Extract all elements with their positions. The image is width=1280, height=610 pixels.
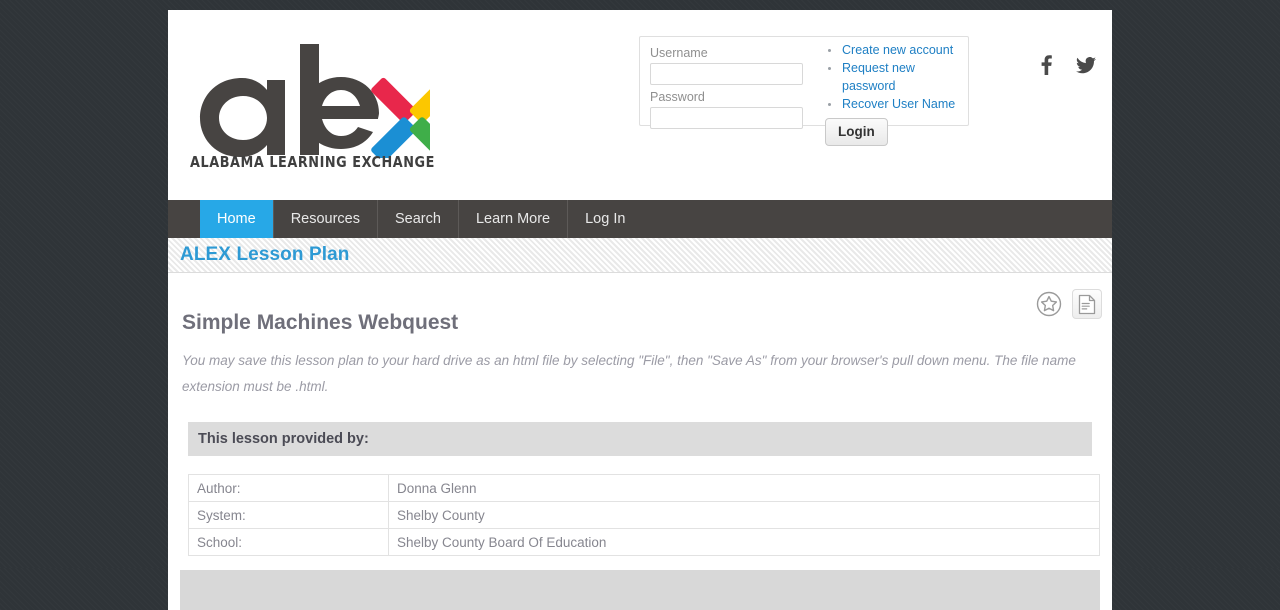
facebook-glyph xyxy=(1041,55,1052,75)
login-button[interactable]: Login xyxy=(825,118,888,146)
save-instructions-note: You may save this lesson plan to your ha… xyxy=(182,353,1076,394)
nav-item-resources[interactable]: Resources xyxy=(272,200,377,238)
twitter-bird-glyph xyxy=(1076,56,1096,73)
page-container: ALABAMA LEARNING EXCHANGE Username Passw… xyxy=(168,10,1112,610)
social-links xyxy=(1023,50,1103,86)
table-row: School: Shelby County Board Of Education xyxy=(188,528,1100,556)
request-new-password-link[interactable]: Request new password xyxy=(842,61,915,93)
document-icon[interactable] xyxy=(1072,289,1102,319)
system-value: Shelby County xyxy=(388,501,1100,529)
nav-item-home[interactable]: Home xyxy=(200,200,273,238)
lesson-tools xyxy=(1034,289,1102,319)
account-links-list: Create new account Request new password … xyxy=(825,41,965,113)
provider-section-heading: This lesson provided by: xyxy=(188,422,1092,456)
favorite-star-icon[interactable] xyxy=(1034,289,1064,319)
nav-item-learn-more[interactable]: Learn More xyxy=(457,200,567,238)
login-links-area: Create new account Request new password … xyxy=(825,41,965,146)
lesson-plan-title: Simple Machines Webquest xyxy=(182,311,459,334)
alex-logo[interactable] xyxy=(190,40,430,170)
create-new-account-link[interactable]: Create new account xyxy=(842,43,953,57)
site-header: ALABAMA LEARNING EXCHANGE Username Passw… xyxy=(168,10,1112,200)
twitter-icon[interactable] xyxy=(1071,50,1101,80)
password-input[interactable] xyxy=(650,107,803,129)
nav-item-log-in[interactable]: Log In xyxy=(567,200,642,238)
author-label: Author: xyxy=(188,474,389,502)
table-row: System: Shelby County xyxy=(188,501,1100,529)
facebook-icon[interactable] xyxy=(1031,50,1061,80)
logo-tagline: ALABAMA LEARNING EXCHANGE xyxy=(190,153,435,171)
list-item: Recover User Name xyxy=(825,95,965,113)
provider-info-table: Author: Donna Glenn System: Shelby Count… xyxy=(188,474,1100,556)
page-title: ALEX Lesson Plan xyxy=(180,244,350,265)
username-input[interactable] xyxy=(650,63,803,85)
next-section-bar xyxy=(180,570,1100,610)
system-label: System: xyxy=(188,501,389,529)
nav-item-search[interactable]: Search xyxy=(377,200,458,238)
school-label: School: xyxy=(188,528,389,556)
page-document-glyph xyxy=(1078,294,1096,314)
page-title-banner: ALEX Lesson Plan xyxy=(168,238,1112,273)
table-row: Author: Donna Glenn xyxy=(188,474,1100,502)
author-value: Donna Glenn xyxy=(388,474,1100,502)
username-label: Username xyxy=(650,46,708,60)
recover-user-name-link[interactable]: Recover User Name xyxy=(842,97,955,111)
alex-logo-mark xyxy=(200,44,430,158)
star-in-circle-glyph xyxy=(1036,291,1062,317)
list-item: Create new account xyxy=(825,41,965,59)
school-value: Shelby County Board Of Education xyxy=(388,528,1100,556)
main-content: Simple Machines Webquest You may save th… xyxy=(168,273,1112,610)
main-navigation: Home Resources Search Learn More Log In xyxy=(168,200,1112,238)
login-fields: Username Password xyxy=(650,45,813,133)
list-item: Request new password xyxy=(825,59,965,95)
login-panel: Username Password Create new account Req… xyxy=(639,36,969,146)
password-label: Password xyxy=(650,90,705,104)
